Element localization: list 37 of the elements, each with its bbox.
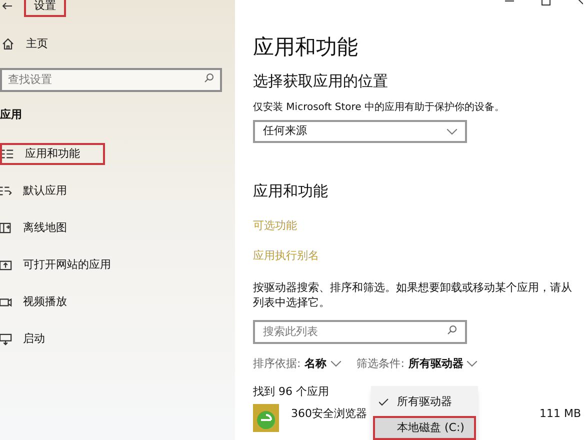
- search-field[interactable]: 搜索此列表: [253, 320, 467, 344]
- home-link[interactable]: 主页: [26, 36, 48, 52]
- list-icon: [2, 147, 14, 161]
- section-heading: 应用: [0, 107, 23, 123]
- chevron-down-icon: [467, 361, 478, 367]
- sidebar-item[interactable]: 启动: [0, 328, 235, 350]
- window-plus-icon: [0, 258, 12, 272]
- page-title: 应用和功能: [253, 34, 359, 60]
- app-name: 360安全浏览器: [291, 406, 367, 422]
- menu-item[interactable]: 本地磁盘 (C:): [373, 416, 476, 440]
- monitor-arrow-icon: [0, 332, 12, 346]
- source-dropdown[interactable]: 任何来源: [253, 120, 467, 143]
- menu-item[interactable]: 所有驱动器: [373, 390, 476, 414]
- list-arrow-icon: [0, 184, 12, 198]
- description: 仅安装 Microsoft Store 中的应用有助于保护你的设备。: [253, 100, 506, 114]
- search-icon: [204, 73, 214, 83]
- app-icon: [253, 404, 279, 432]
- back-arrow-icon[interactable]: [2, 2, 12, 10]
- description: 按驱动器搜索、排序和筛选。如果想要卸载或移动某个应用，请从列表中选择它。: [253, 280, 573, 310]
- search-field[interactable]: 查找设置: [0, 68, 222, 92]
- section-heading: 选择获取应用的位置: [253, 71, 389, 90]
- sidebar-item[interactable]: 可打开网站的应用: [0, 254, 235, 276]
- home-icon: [2, 38, 14, 50]
- search-icon: [447, 325, 457, 335]
- sidebar-item[interactable]: 离线地图: [0, 217, 235, 239]
- window-title: 设置: [24, 0, 66, 18]
- sort-dropdown[interactable]: 排序依据: 名称: [253, 356, 341, 372]
- sidebar-item[interactable]: 应用和功能: [0, 143, 105, 165]
- sidebar-item[interactable]: 默认应用: [0, 180, 235, 202]
- app-size: 111 MB: [539, 406, 581, 422]
- chevron-down-icon: [330, 361, 341, 367]
- result-count: 找到 96 个应用: [253, 384, 330, 398]
- section-heading: 应用和功能: [253, 181, 329, 200]
- filter-dropdown[interactable]: 筛选条件: 所有驱动器: [356, 356, 478, 372]
- map-icon: [0, 221, 12, 235]
- chevron-down-icon: [447, 128, 457, 134]
- sidebar-item[interactable]: 视频播放: [0, 291, 235, 313]
